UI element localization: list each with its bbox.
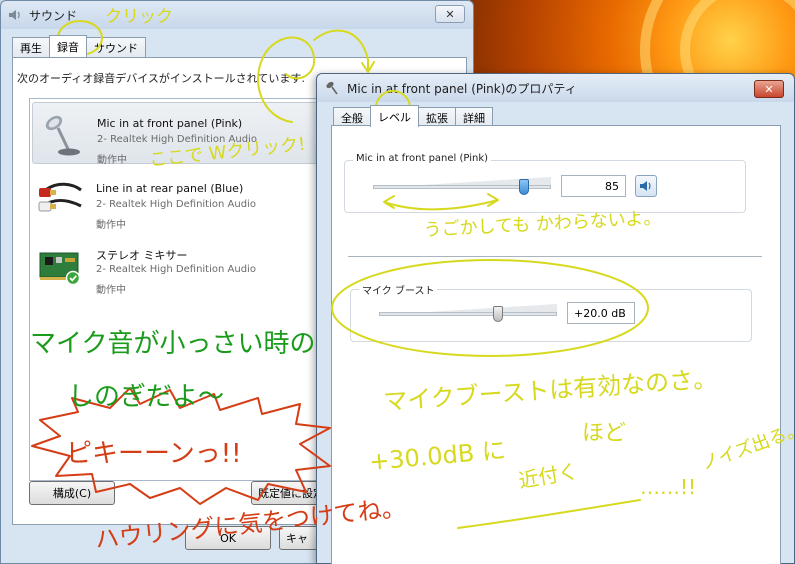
device-status: 動作中 — [96, 285, 126, 296]
device-name: ステレオ ミキサー — [96, 249, 188, 262]
tab-advanced[interactable]: 詳細 — [455, 107, 493, 127]
sound-tabs: 再生 録音 サウンド — [12, 35, 146, 57]
tab-recording[interactable]: 録音 — [49, 35, 87, 57]
properties-titlebar[interactable]: Mic in at front panel (Pink)のプロパティ — [317, 74, 794, 102]
device-instruction: 次のオーディオ録音デバイスがインストールされています: — [17, 72, 306, 85]
device-name: Mic in at front panel (Pink) — [97, 117, 243, 130]
microphone-icon — [45, 115, 80, 156]
properties-title: Mic in at front panel (Pink)のプロパティ — [347, 81, 577, 96]
sound-window-title: サウンド — [29, 8, 78, 23]
level-group-label: Mic in at front panel (Pink) — [353, 153, 492, 164]
device-list: Mic in at front panel (Pink) 2- Realtek … — [29, 98, 329, 481]
tab-sounds[interactable]: サウンド — [86, 37, 146, 57]
tab-general[interactable]: 全般 — [333, 107, 371, 127]
properties-window: Mic in at front panel (Pink)のプロパティ ✕ 全般 … — [316, 73, 795, 564]
tab-levels[interactable]: レベル — [370, 105, 419, 127]
levels-panel: Mic in at front panel (Pink) 85 マイク ブースト — [331, 125, 781, 564]
cancel-button[interactable]: キャ — [279, 526, 319, 550]
level-slider-thumb[interactable] — [519, 179, 530, 195]
device-item-mic-front[interactable]: Mic in at front panel (Pink) 2- Realtek … — [32, 102, 326, 166]
speaker-icon — [640, 181, 651, 191]
boost-group: マイク ブースト +20.0 dB — [350, 282, 752, 342]
boost-slider-track[interactable] — [379, 312, 557, 316]
tab-enhancements[interactable]: 拡張 — [418, 107, 456, 127]
properties-close-button[interactable]: ✕ — [754, 80, 784, 98]
level-value[interactable]: 85 — [561, 175, 626, 197]
properties-tabs: 全般 レベル 拡張 詳細 — [333, 105, 493, 127]
set-default-button[interactable]: 既定値に設定 — [251, 481, 326, 505]
device-driver: 2- Realtek High Definition Audio — [97, 134, 257, 145]
device-status: 動作中 — [96, 220, 126, 231]
sound-titlebar[interactable]: サウンド — [1, 1, 473, 29]
device-status: 動作中 — [97, 155, 127, 166]
boost-group-label: マイク ブースト — [359, 282, 438, 297]
device-driver: 2- Realtek High Definition Audio — [96, 199, 256, 210]
device-name: Line in at rear panel (Blue) — [96, 182, 244, 195]
sound-close-button[interactable]: ✕ — [435, 5, 465, 23]
configure-button[interactable]: 構成(C) — [29, 481, 115, 505]
audio-cable-icon — [38, 182, 82, 212]
boost-slider-thumb[interactable] — [492, 306, 503, 322]
device-item-line-in[interactable]: Line in at rear panel (Blue) 2- Realtek … — [32, 168, 326, 231]
speaker-icon — [9, 10, 20, 20]
microphone-icon — [326, 81, 338, 95]
level-group: Mic in at front panel (Pink) 85 — [344, 153, 746, 213]
mute-button[interactable] — [635, 175, 657, 197]
device-item-stereo-mixer[interactable]: ステレオ ミキサー 2- Realtek High Definition Aud… — [32, 233, 326, 296]
ok-button[interactable]: OK — [185, 526, 271, 550]
separator — [348, 256, 762, 257]
boost-value[interactable]: +20.0 dB — [567, 302, 635, 324]
tab-playback[interactable]: 再生 — [12, 37, 50, 57]
device-driver: 2- Realtek High Definition Audio — [96, 264, 256, 275]
sound-card-icon — [39, 252, 81, 286]
